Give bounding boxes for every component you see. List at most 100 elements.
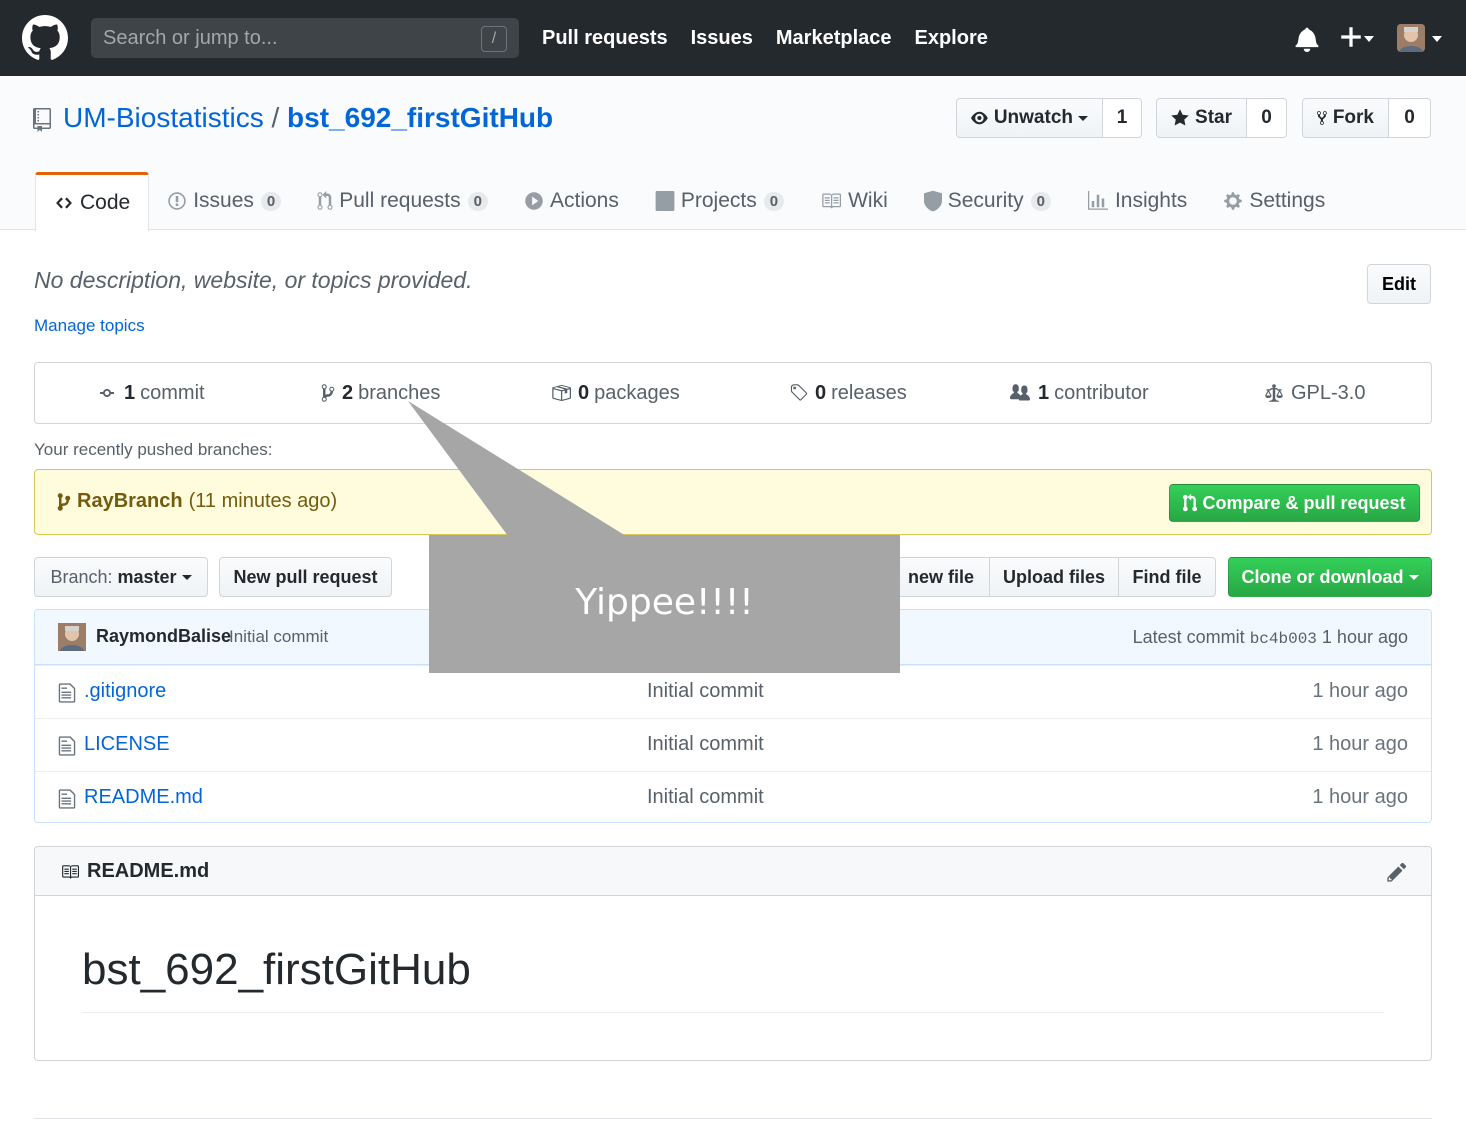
fork-label: Fork [1332,107,1374,128]
file-commit-message[interactable]: Initial commit [647,786,764,809]
compare-label: Compare & pull request [1202,492,1406,513]
nav-pull-requests[interactable]: Pull requests [542,25,668,51]
repo-title-separator: / [271,102,280,133]
repo-owner-link[interactable]: UM-Biostatistics [63,102,264,133]
nav-marketplace[interactable]: Marketplace [776,25,892,51]
repo-summary: 1 commit 2 branches 0 packages 0 release… [34,362,1432,424]
create-new-plus-icon[interactable] [1340,24,1362,50]
tab-code[interactable]: Code [35,172,150,231]
book-icon [822,193,842,209]
book-icon [59,863,81,881]
releases-label: releases [831,381,907,404]
pencil-edit-icon[interactable] [1387,861,1407,883]
tab-settings-label: Settings [1249,189,1326,212]
license-summary-link[interactable]: GPL-3.0 [1263,363,1365,423]
tab-security[interactable]: Security 0 [906,172,1069,230]
commits-summary-link[interactable]: 1 commit [96,363,205,423]
tab-settings[interactable]: Settings [1205,172,1343,230]
fork-button[interactable]: Fork [1302,98,1389,138]
search-box[interactable]: / [91,18,519,58]
recent-branches-label: Your recently pushed branches: [34,440,273,459]
unwatch-label: Unwatch [993,107,1073,128]
clone-download-button[interactable]: Clone or download [1228,557,1432,597]
file-name-link[interactable]: README.md [84,786,203,809]
repo-name-link[interactable]: bst_692_firstGitHub [287,102,553,133]
nav-issues[interactable]: Issues [691,25,753,51]
tab-pull-requests-label: Pull requests [339,189,461,212]
chevron-down-icon[interactable] [1432,36,1442,42]
tab-actions[interactable]: Actions [506,172,637,230]
search-shortcut-key: / [481,26,507,52]
tab-insights[interactable]: Insights [1069,172,1205,230]
nav-explore[interactable]: Explore [915,25,988,51]
upload-files-button[interactable]: Upload files [989,557,1119,597]
package-icon [552,384,571,402]
file-commit-message[interactable]: Initial commit [647,680,764,703]
file-name-link[interactable]: .gitignore [84,680,166,703]
find-file-button[interactable]: Find file [1118,557,1216,597]
contributors-label: contributor [1054,381,1149,404]
watchers-count[interactable]: 1 [1103,98,1142,138]
fork-icon [1317,111,1327,125]
commit-author-link[interactable]: RaymondBalise [96,626,231,647]
user-avatar[interactable] [1397,24,1425,52]
tab-issues[interactable]: Issues 0 [149,172,299,230]
commit-author-avatar[interactable] [58,623,86,651]
branches-count: 2 [342,381,354,404]
tab-wiki[interactable]: Wiki [802,172,906,230]
star-button[interactable]: Star [1156,98,1247,138]
releases-summary-link[interactable]: 0 releases [789,363,907,423]
gear-icon [1224,192,1243,210]
tab-actions-label: Actions [550,189,619,212]
tab-wiki-label: Wiki [848,189,888,212]
recent-branch-time: (11 minutes ago) [188,490,338,512]
search-input[interactable] [91,18,519,58]
contributors-summary-link[interactable]: 1 contributor [1008,363,1149,423]
manage-topics-link[interactable]: Manage topics [34,316,145,336]
issues-counter: 0 [260,191,282,211]
tab-pull-requests[interactable]: Pull requests 0 [299,172,506,230]
branch-select-button[interactable]: Branch: master [34,557,208,597]
tab-projects-label: Projects [680,189,757,212]
file-name-link[interactable]: LICENSE [84,733,170,756]
packages-summary-link[interactable]: 0 packages [550,363,680,423]
branch-prefix: Branch: [50,566,113,587]
issue-icon [168,192,186,210]
notifications-bell-icon[interactable] [1295,26,1319,52]
recent-branch-name[interactable]: RayBranch [77,490,183,513]
callout-text: Yippee!!!! [575,582,754,623]
github-logo-icon[interactable] [22,15,68,61]
file-age: 1 hour ago [1312,786,1408,808]
shield-icon [923,190,942,212]
file-age: 1 hour ago [1312,733,1408,755]
star-icon [1171,109,1189,126]
chevron-down-icon [181,574,192,580]
compare-pull-request-button[interactable]: Compare & pull request [1169,484,1420,522]
commits-label: commit [140,381,205,404]
edit-description-button[interactable]: Edit [1367,264,1431,304]
clone-label: Clone or download [1241,566,1404,587]
eye-icon [971,111,988,125]
file-commit-message[interactable]: Initial commit [647,733,764,756]
forks-count[interactable]: 0 [1389,98,1431,138]
tab-projects[interactable]: Projects 0 [637,172,802,230]
new-pull-request-button[interactable]: New pull request [219,557,392,597]
repo-title: UM-Biostatistics / bst_692_firstGitHub [63,102,553,134]
unwatch-button[interactable]: Unwatch [956,98,1103,138]
people-icon [1010,384,1030,401]
branch-icon [321,384,335,402]
branches-summary-link[interactable]: 2 branches [320,363,440,423]
stars-count[interactable]: 0 [1247,98,1287,138]
table-row: LICENSE Initial commit 1 hour ago [35,718,1431,771]
chevron-down-icon[interactable] [1364,36,1374,42]
recent-branch-info: RayBranch (11 minutes ago) [57,490,337,513]
commit-icon [100,389,114,397]
branches-label: branches [358,381,441,404]
readme-heading: bst_692_firstGitHub [82,945,1384,1013]
releases-count: 0 [815,381,827,404]
commit-message-link[interactable]: Initial commit [229,627,328,647]
readme-header: README.md [35,847,1431,896]
tab-code-label: Code [80,191,131,214]
commit-sha-link[interactable]: bc4b003 [1250,630,1317,648]
play-icon [525,192,543,210]
